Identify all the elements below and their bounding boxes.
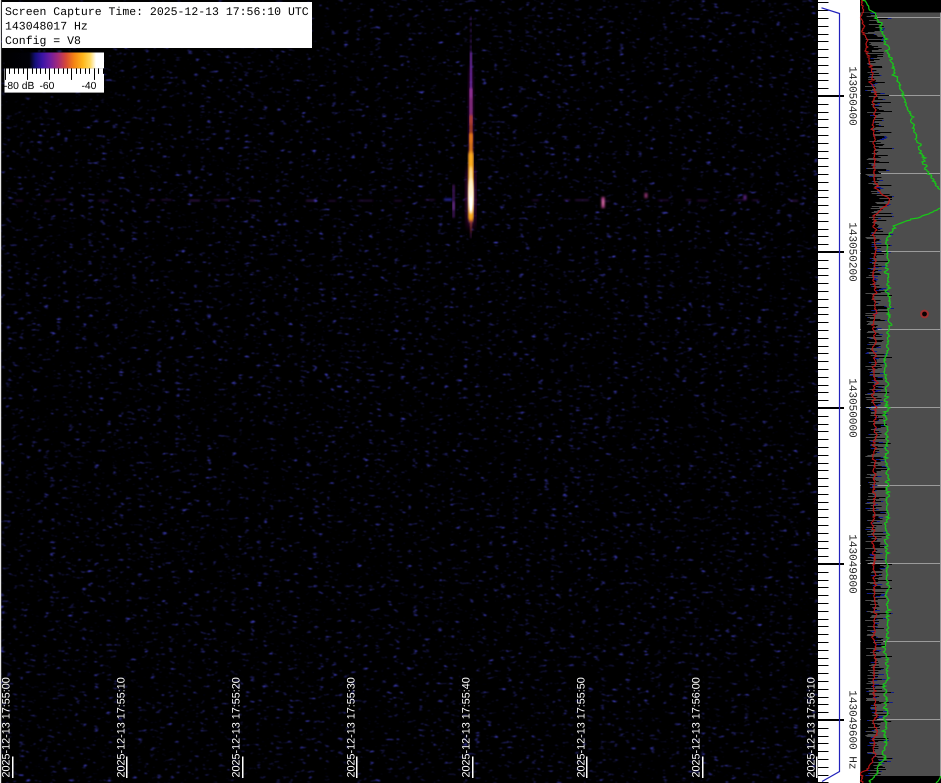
svg-text:2025-12-13 17:55:30: 2025-12-13 17:55:30 <box>346 677 358 777</box>
svg-text:2025-12-13 17:56:10: 2025-12-13 17:56:10 <box>806 677 818 777</box>
svg-text:2025-12-13 17:55:10: 2025-12-13 17:55:10 <box>116 677 128 777</box>
svg-text:143049800: 143049800 <box>846 534 858 593</box>
svg-text:Screen Capture Time: 2025-12-1: Screen Capture Time: 2025-12-13 17:56:10… <box>5 6 309 19</box>
svg-text:2025-12-13 17:55:20: 2025-12-13 17:55:20 <box>231 677 243 777</box>
svg-text:-80 dB: -80 dB <box>4 81 34 92</box>
svg-text:-60: -60 <box>40 81 55 92</box>
svg-text:2025-12-13 17:55:00: 2025-12-13 17:55:00 <box>1 677 13 777</box>
svg-text:2025-12-13 17:55:40: 2025-12-13 17:55:40 <box>461 677 473 777</box>
svg-text:2025-12-13 17:55:50: 2025-12-13 17:55:50 <box>576 677 588 777</box>
svg-text:-40: -40 <box>82 81 97 92</box>
svg-text:143048017 Hz: 143048017 Hz <box>5 21 88 34</box>
svg-text:143050400: 143050400 <box>846 66 858 125</box>
svg-text:143049600 Hz: 143049600 Hz <box>846 690 858 769</box>
svg-text:143050200: 143050200 <box>846 222 858 281</box>
svg-text:143050000: 143050000 <box>846 378 858 437</box>
svg-text:2025-12-13 17:56:00: 2025-12-13 17:56:00 <box>691 677 703 777</box>
svg-text:Config = V8: Config = V8 <box>5 35 81 48</box>
